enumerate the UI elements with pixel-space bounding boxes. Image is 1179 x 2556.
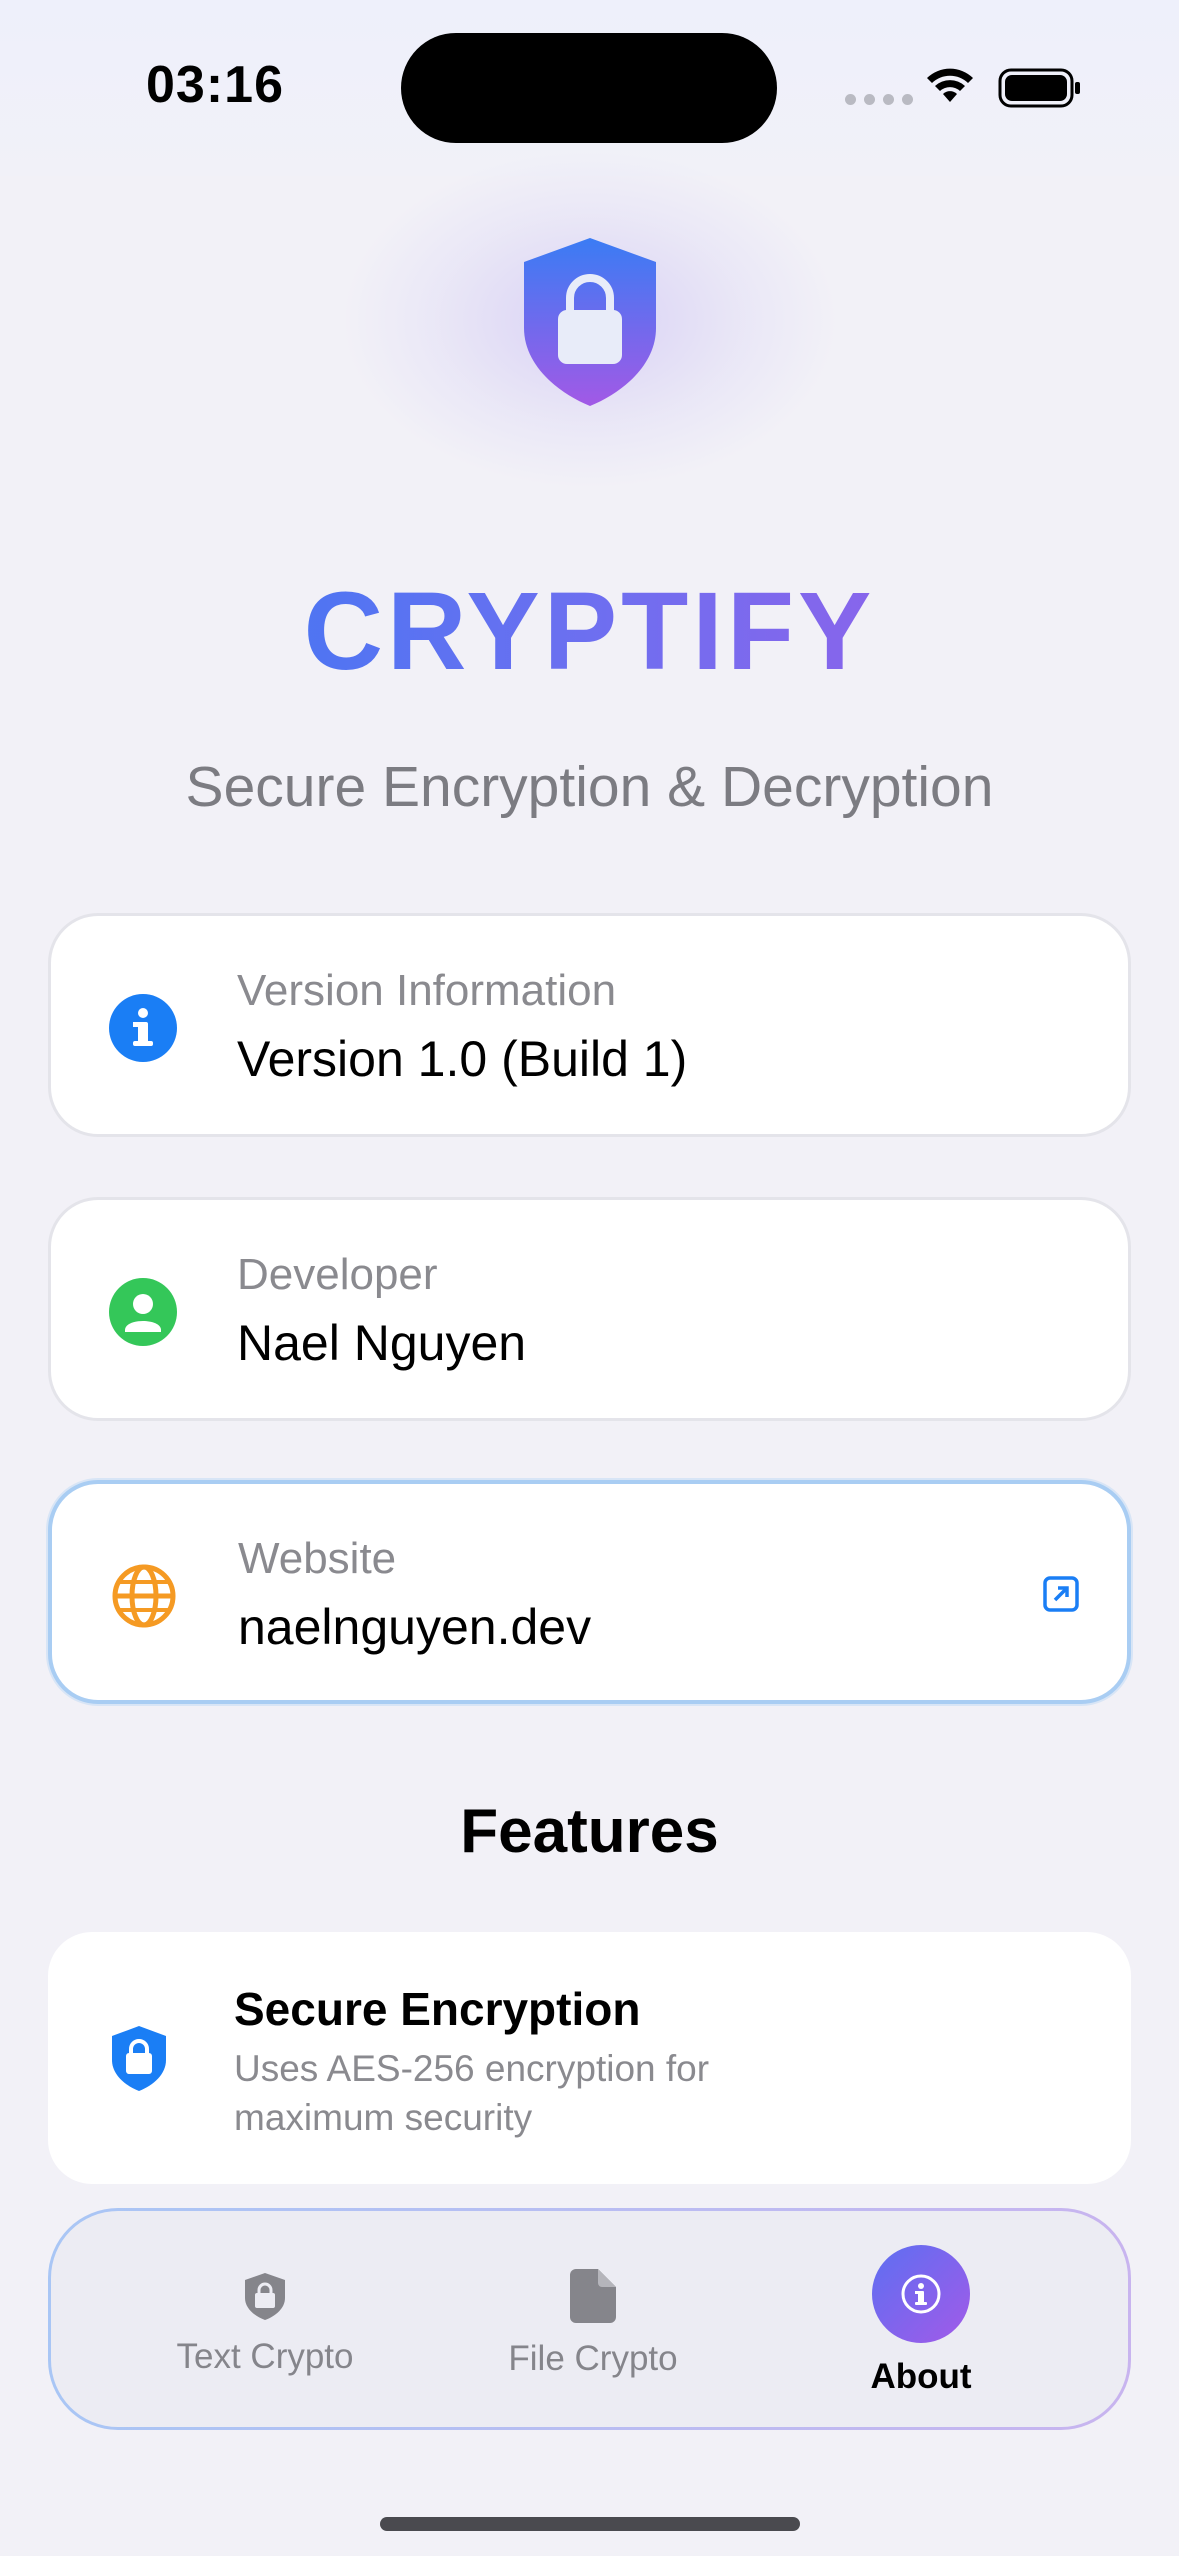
document-icon	[570, 2269, 616, 2323]
tab-about[interactable]: About	[771, 2211, 1071, 2427]
dynamic-island	[401, 33, 777, 143]
app-subtitle: Secure Encryption & Decryption	[185, 755, 994, 819]
globe-icon	[112, 1564, 176, 1628]
developer-value: Nael Nguyen	[237, 1315, 527, 1371]
version-label: Version Information	[237, 966, 617, 1015]
external-link-icon[interactable]	[1043, 1576, 1079, 1612]
signal-icon	[845, 94, 913, 105]
shield-lock-icon	[245, 2273, 285, 2320]
tab-file-crypto[interactable]: File Crypto	[443, 2211, 743, 2427]
version-value: Version 1.0 (Build 1)	[237, 1031, 688, 1087]
feature-title: Secure Encryption	[234, 1983, 641, 2035]
developer-card: Developer Nael Nguyen	[48, 1197, 1131, 1421]
person-circle-icon	[109, 1278, 177, 1346]
tab-text-crypto[interactable]: Text Crypto	[115, 2211, 415, 2427]
tab-label: About	[870, 2357, 972, 2396]
tab-label: File Crypto	[508, 2339, 678, 2378]
status-time: 03:16	[146, 56, 284, 114]
tab-bar: Text Crypto File Crypto About	[48, 2208, 1131, 2430]
website-link[interactable]: naelnguyen.dev	[238, 1598, 591, 1656]
developer-label: Developer	[237, 1250, 438, 1299]
version-card: Version Information Version 1.0 (Build 1…	[48, 913, 1131, 1137]
shield-lock-icon	[524, 238, 656, 406]
home-indicator[interactable]	[380, 2517, 800, 2531]
wifi-icon	[927, 68, 973, 102]
battery-icon	[998, 68, 1080, 108]
features-heading: Features	[460, 1797, 719, 1866]
feature-description: Uses AES-256 encryption for maximum secu…	[234, 2048, 710, 2138]
shield-lock-icon	[112, 2026, 166, 2091]
feature-card: Secure Encryption Uses AES-256 encryptio…	[48, 1932, 1131, 2184]
website-label: Website	[238, 1534, 397, 1583]
info-icon	[872, 2245, 970, 2343]
info-circle-icon	[109, 994, 177, 1062]
tab-label: Text Crypto	[176, 2337, 354, 2376]
app-title: CRYPTIFY	[0, 568, 1179, 695]
website-card[interactable]: Website naelnguyen.dev	[48, 1480, 1131, 1704]
